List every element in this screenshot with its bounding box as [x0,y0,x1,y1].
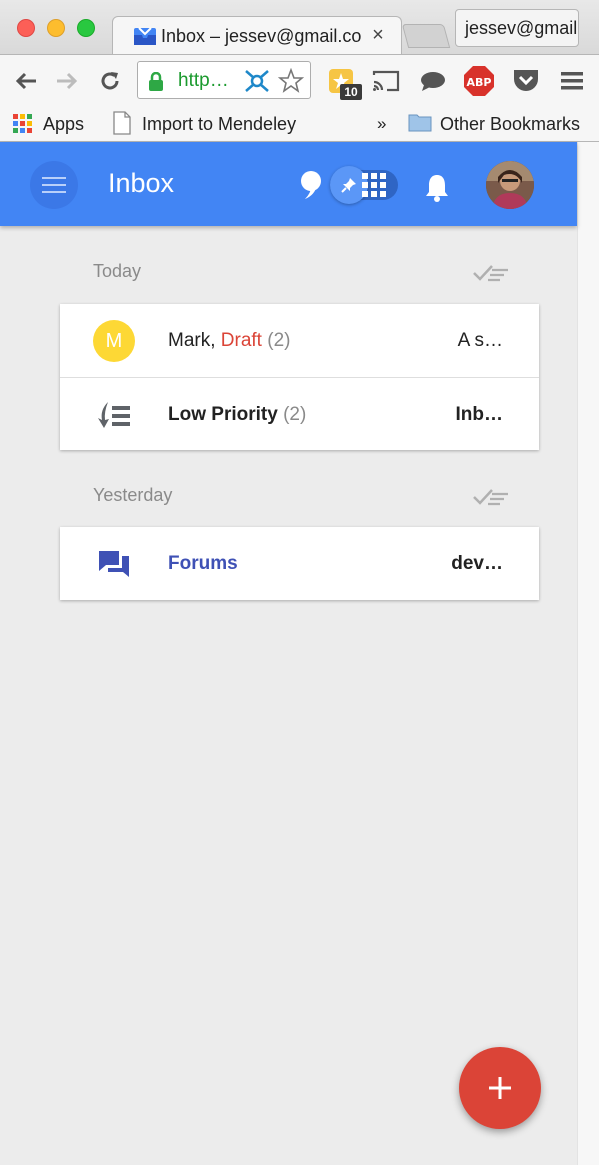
sweep-done-icon[interactable] [472,263,510,288]
tab-close-icon[interactable]: × [367,23,389,47]
section-header-yesterday: Yesterday [93,485,173,505]
bundles-grid-icon[interactable] [362,173,386,202]
sender-avatar: M [93,320,135,362]
scrollbar[interactable] [577,142,599,1165]
sweep-done-icon[interactable] [472,487,510,512]
browser-tab-inbox[interactable]: Inbox – jessev@gmail.com × [112,16,402,56]
avatar-letter: M [93,320,135,362]
inbox-icon [133,26,157,46]
lock-icon [148,71,164,97]
draft-label: Draft [220,330,262,351]
adblock-icon[interactable]: ABP [463,65,495,97]
forward-arrow-icon[interactable] [53,67,81,95]
low-priority-icon [93,394,135,436]
url-text: http… [178,70,229,91]
close-window-button[interactable] [17,19,35,37]
zoom-window-button[interactable] [77,19,95,37]
folder-icon [408,112,432,137]
cast-icon[interactable] [370,65,402,97]
extension-badge: 10 [340,84,362,100]
page-title: Inbox [108,168,175,198]
reminder-quote-icon[interactable] [299,169,323,206]
address-bar[interactable]: http… [137,61,311,99]
bookmarks-bar: Apps Import to Mendeley » Other Bookmark… [0,106,599,142]
bundle-label: Forums [168,553,238,574]
sender-name: Mark, [168,330,216,351]
new-tab-button[interactable] [401,24,451,48]
section-header-today: Today [93,261,142,281]
browser-toolbar: http… ABP [0,54,599,106]
compose-button[interactable] [459,1047,541,1129]
bookmark-other-bookmarks[interactable]: Other Bookmarks [440,112,580,136]
page-icon [113,111,131,140]
tab-title: Inbox – jessev@gmail.com [161,26,361,46]
avatar[interactable] [486,161,534,209]
bell-icon[interactable] [424,172,450,207]
yesterday-card: Forums dev… [60,527,539,600]
extension-network-icon[interactable] [244,69,270,98]
bundle-label: Low Priority [168,404,278,425]
thread-snippet: dev… [451,553,503,574]
pocket-icon[interactable] [510,65,542,97]
list-item[interactable]: Forums dev… [60,527,539,600]
bookmarks-overflow-button[interactable]: » [377,112,386,136]
list-item[interactable]: M Mark, Draft (2) A s… [60,304,539,377]
thread-sender: Mark, Draft (2) [168,330,290,352]
main-menu-button[interactable] [30,161,78,209]
bundle-name: Low Priority (2) [168,404,306,426]
bookmark-import-mendeley[interactable]: Import to Mendeley [142,112,296,136]
message-count: (2) [267,330,291,351]
back-arrow-icon[interactable] [12,67,40,95]
minimize-window-button[interactable] [47,19,65,37]
thread-snippet: A s… [457,330,503,351]
star-icon[interactable] [277,67,305,99]
list-item[interactable]: Low Priority (2) Inb… [60,377,539,450]
forums-icon [93,543,135,585]
bookmark-apps[interactable]: Apps [43,112,84,136]
reload-icon[interactable] [96,67,124,95]
today-card: M Mark, Draft (2) A s… Low Priority (2) … [60,304,539,450]
apps-grid-icon [13,114,33,139]
message-count: (2) [283,404,307,425]
chrome-menu-icon[interactable] [556,65,588,97]
plus-icon [489,1077,511,1099]
thread-snippet: Inb… [455,404,504,425]
chat-bubble-icon[interactable] [417,65,449,97]
profile-button[interactable]: jessev@gmail [455,9,579,47]
abp-label: ABP [467,76,492,89]
browser-titlebar: Inbox – jessev@gmail.com × jessev@gmail [0,0,599,56]
